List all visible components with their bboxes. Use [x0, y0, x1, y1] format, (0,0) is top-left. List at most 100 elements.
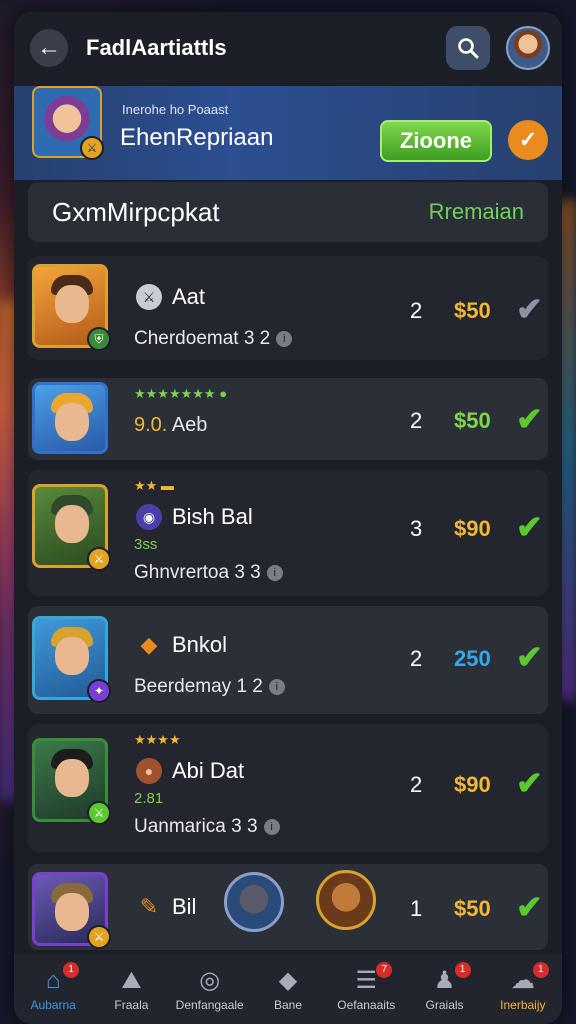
- item-price: $90: [454, 772, 491, 797]
- page-title: FadlAartiattls: [86, 35, 227, 60]
- list-item[interactable]: ⛨ ⚔ Aat Cherdoemat 3 2 i 2 $50 ✔: [28, 256, 548, 360]
- section-filter-link[interactable]: Rremaian: [429, 199, 524, 225]
- item-name-row: 9.0. Aeb: [134, 414, 207, 437]
- bottom-tab-bar: ⌂ 1 Aubarna ⛰ Fraala ◎ Denfangaale ◆ Ban…: [14, 954, 562, 1024]
- rating-stars: ★★★★★★★ ●: [134, 386, 228, 401]
- info-icon[interactable]: i: [266, 564, 283, 581]
- hero-portrait: [32, 382, 108, 454]
- item-level: 3: [410, 516, 423, 541]
- item-name: Aat: [172, 284, 206, 309]
- banner-title: EhenRepriaan: [120, 124, 274, 151]
- tab-label: Graials: [425, 998, 464, 1012]
- item-level: 2: [410, 298, 423, 323]
- hero-portrait: ✦: [32, 616, 111, 703]
- select-check-icon[interactable]: ✔: [516, 888, 543, 926]
- sword-icon: ⚔: [136, 284, 162, 310]
- list-item[interactable]: ✦ ◆ Bnkol Beerdemay 1 2 i 2 250 ✔: [28, 606, 548, 714]
- notification-badge: 1: [532, 962, 549, 978]
- item-stat: 3ss: [134, 536, 158, 553]
- scroll-icon: ✎: [139, 894, 159, 919]
- item-price: $50: [454, 896, 491, 921]
- shield-badge-icon: ⛨: [87, 327, 111, 351]
- section-header: GxmMirpcpkat Rremaian: [28, 182, 548, 242]
- main-panel: ← FadlAartiattls ⚔ Inerohe ho Poaast Ehe…: [14, 12, 562, 1024]
- hero-mini-icon: ●: [136, 758, 162, 784]
- tab-home[interactable]: ⌂ 1 Aubarna: [17, 962, 89, 1012]
- item-name: Abi Dat: [172, 758, 245, 783]
- list-item[interactable]: ⚔ ★★★★ ● Abi Dat 2.81 Uanmarica 3 3 i 2 $…: [28, 724, 548, 852]
- item-level: 2: [410, 646, 423, 671]
- chat-bubble-icon: ◆: [278, 967, 298, 994]
- item-level: 2: [410, 772, 423, 797]
- hero-face: [55, 637, 89, 675]
- info-icon[interactable]: i: [263, 818, 280, 835]
- item-subtitle: Uanmarica 3 3 i: [134, 816, 280, 838]
- target-icon: ◎: [199, 967, 221, 994]
- mountain-icon: ⛰: [121, 967, 142, 994]
- item-name: Bnkol: [172, 632, 228, 657]
- search-icon: [458, 38, 479, 59]
- list-item[interactable]: ⚔ ★★ ▬ ◉ Bish Bal 3ss Ghnvrertoa 3 3i 3 …: [28, 470, 548, 596]
- banner-action-button[interactable]: Zioone: [380, 120, 492, 162]
- beast-avatar[interactable]: [316, 870, 376, 930]
- list-item[interactable]: ★★★★★★★ ● 9.0. Aeb 2 $50 ✔: [28, 378, 548, 460]
- banner-check-button[interactable]: ✓: [508, 120, 548, 160]
- hero-portrait: ⚔: [32, 738, 111, 825]
- hero-portrait: ⚔: [32, 872, 111, 949]
- sword-badge-icon: ⚔: [87, 925, 111, 949]
- item-subtitle: Beerdemay 1 2 i: [134, 676, 285, 698]
- item-price: $50: [454, 298, 491, 323]
- item-subtitle: Cherdoemat 3 2 i: [134, 328, 293, 350]
- tab-label: Inerbaijy: [500, 998, 546, 1012]
- select-check-icon[interactable]: ✔: [516, 508, 543, 546]
- tab-label: Aubarna: [30, 998, 76, 1012]
- hero-portrait: ⛨: [32, 264, 111, 351]
- notification-badge: 1: [454, 962, 471, 978]
- banner-hero-portrait: ⚔: [32, 86, 104, 160]
- sword-badge-icon: ⚔: [87, 547, 111, 571]
- tab-label: Denfangaale: [175, 998, 244, 1012]
- select-check-icon[interactable]: ✔: [516, 290, 543, 328]
- item-level: 1: [410, 896, 423, 921]
- item-subtitle-text: Ghnvrertoa 3 3: [134, 562, 261, 583]
- tab-label: Bane: [273, 998, 302, 1012]
- featured-banner: ⚔ Inerohe ho Poaast EhenRepriaan Zioone …: [14, 86, 562, 180]
- hero-face: [55, 759, 89, 797]
- tab-map[interactable]: ⛰ Fraala: [95, 966, 167, 1012]
- rating-stars: ★★ ▬: [134, 478, 174, 493]
- tab-profile[interactable]: ☁ 1 Inerbaijy: [487, 962, 559, 1012]
- item-prefix: 9.0.: [134, 414, 168, 436]
- sword-badge-icon: ⚔: [80, 136, 104, 160]
- item-price: 250: [454, 646, 491, 671]
- tab-heroes[interactable]: ♟ 1 Graials: [409, 962, 481, 1012]
- select-check-icon[interactable]: ✔: [516, 638, 543, 676]
- tab-label: Fraala: [114, 998, 149, 1012]
- item-subtitle-text: Uanmarica 3 3: [134, 816, 258, 837]
- sword-badge-icon: ⚔: [87, 801, 111, 825]
- hero-portrait: ⚔: [32, 484, 111, 571]
- search-button[interactable]: [446, 26, 490, 70]
- section-title: GxmMirpcpkat: [52, 196, 220, 227]
- list-item[interactable]: ⚔ ✎ Bil 1 $50 ✔: [28, 864, 548, 950]
- banner-subtitle: Inerohe ho Poaast: [122, 102, 229, 117]
- wolf-avatar[interactable]: [224, 872, 284, 932]
- item-subtitle: Ghnvrertoa 3 3 i: [134, 562, 283, 584]
- tab-label: Oefanaaits: [337, 998, 396, 1012]
- tab-list[interactable]: ☰ 7 Oefanaaits: [330, 962, 402, 1012]
- crystal-icon: ◆: [140, 632, 158, 657]
- tab-chat[interactable]: ◆ Bane: [252, 966, 324, 1012]
- magic-badge-icon: ✦: [87, 679, 111, 703]
- tab-explore[interactable]: ◎ Denfangaale: [174, 966, 246, 1012]
- info-icon[interactable]: i: [276, 330, 293, 347]
- item-price: $50: [454, 408, 491, 433]
- select-check-icon[interactable]: ✔: [516, 400, 543, 438]
- user-avatar[interactable]: [506, 26, 550, 70]
- back-button[interactable]: ←: [30, 29, 68, 67]
- hero-face: [55, 285, 89, 323]
- rating-stars: ★★★★: [134, 732, 181, 747]
- orb-icon: ◉: [136, 504, 162, 530]
- item-subtitle-text: Cherdoemat 3 2: [134, 328, 271, 349]
- select-check-icon[interactable]: ✔: [516, 764, 543, 802]
- top-bar: ← FadlAartiattls: [14, 12, 562, 84]
- info-icon[interactable]: i: [268, 678, 285, 695]
